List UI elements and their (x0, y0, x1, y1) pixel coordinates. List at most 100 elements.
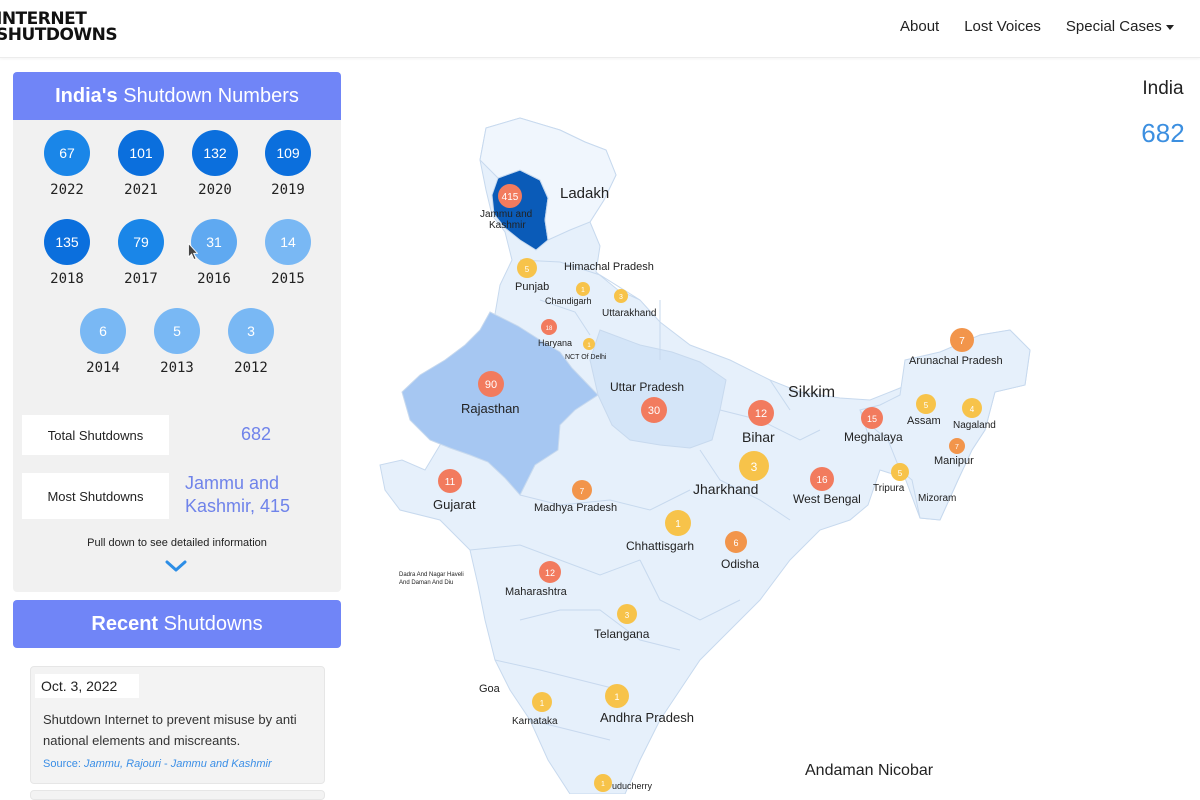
label-bihar: Bihar (742, 429, 775, 445)
year-item-2020[interactable]: 132 2020 (185, 130, 245, 198)
source-place-link[interactable]: Jammu, Rajouri (84, 758, 161, 770)
marker-jharkhand-count: 3 (751, 460, 758, 474)
marker-odisha[interactable]: 6 (725, 531, 747, 553)
marker-jk[interactable]: 415 (498, 184, 522, 208)
label-jk-1: Jammu and (480, 209, 532, 220)
most-shutdowns-value: Jammu and Kashmir, 415 (185, 472, 290, 518)
marker-meghalaya[interactable]: 15 (861, 407, 883, 429)
marker-up[interactable]: 30 (641, 397, 667, 423)
panel-title-bold: India's (55, 85, 118, 107)
shutdown-card[interactable]: Oct. 3, 2022 Shutdown Internet to preven… (30, 666, 325, 784)
source-sep: - (161, 758, 171, 770)
year-count-bubble: 5 (154, 308, 200, 354)
label-haryana: Haryana (538, 338, 572, 348)
marker-tamilnadu-count: 1 (601, 781, 605, 788)
marker-bihar-count: 12 (755, 408, 767, 420)
selected-country-total: 682 (1141, 118, 1185, 148)
label-westbengal: West Bengal (793, 492, 861, 506)
marker-telangana[interactable]: 3 (617, 604, 637, 624)
year-label: 2020 (198, 182, 232, 198)
year-item-2021[interactable]: 101 2021 (111, 130, 171, 198)
year-count-bubble: 135 (44, 219, 90, 265)
marker-rajasthan[interactable]: 90 (478, 371, 504, 397)
year-label: 2015 (271, 271, 305, 287)
marker-assam-count: 5 (924, 401, 929, 410)
marker-westbengal-count: 16 (816, 475, 828, 486)
shutdown-description: Shutdown Internet to prevent misuse by a… (43, 712, 297, 748)
nav-special-cases-label: Special Cases (1065, 18, 1162, 35)
year-label: 2017 (124, 271, 158, 287)
logo-line-2: SHUTDOWNS (0, 25, 118, 45)
mouse-cursor-icon (188, 243, 198, 260)
year-item-2019[interactable]: 109 2019 (258, 130, 318, 198)
label-delhi: NCT Of Delhi (565, 354, 607, 361)
marker-haryana[interactable]: 18 (541, 319, 557, 335)
label-chhattisgarh: Chhattisgarh (626, 539, 694, 553)
marker-telangana-count: 3 (625, 611, 630, 620)
year-label: 2022 (50, 182, 84, 198)
site-logo[interactable]: INTERNET SHUTDOWNS (0, 11, 118, 45)
shutdown-source: Source: Jammu, Rajouri - Jammu and Kashm… (43, 758, 272, 770)
marker-andhra[interactable]: 1 (605, 684, 629, 708)
most-shutdowns-value-line2: Kashmir, 415 (185, 496, 291, 516)
marker-up-count: 30 (648, 405, 660, 417)
label-puducherry: Puducherry (606, 781, 653, 791)
label-dadra-1: Dadra And Nagar Haveli (399, 572, 464, 578)
source-state-link[interactable]: Jammu and Kashmir (171, 758, 272, 770)
marker-tripura[interactable]: 5 (891, 463, 909, 481)
marker-manipur[interactable]: 7 (949, 438, 965, 454)
year-item-2015[interactable]: 14 2015 (258, 219, 318, 287)
recent-title-rest: Shutdowns (158, 613, 263, 635)
label-maharashtra: Maharashtra (505, 586, 568, 598)
marker-westbengal[interactable]: 16 (810, 467, 834, 491)
marker-mp-count: 7 (580, 487, 585, 496)
panel-title: India's Shutdown Numbers (13, 72, 341, 120)
label-goa: Goa (479, 683, 501, 695)
year-item-2022[interactable]: 67 2022 (37, 130, 97, 198)
year-count-bubble: 132 (192, 130, 238, 176)
marker-haryana-count: 18 (546, 326, 553, 332)
year-item-2017[interactable]: 79 2017 (111, 219, 171, 287)
marker-mp[interactable]: 7 (572, 480, 592, 500)
year-item-2014[interactable]: 6 2014 (73, 308, 133, 376)
year-item-2012[interactable]: 3 2012 (221, 308, 281, 376)
main-nav: About Lost Voices Special Cases I (900, 18, 1200, 35)
marker-karnataka[interactable]: 1 (532, 692, 552, 712)
year-item-2018[interactable]: 135 2018 (37, 219, 97, 287)
marker-tamilnadu[interactable]: 1 (594, 774, 612, 792)
year-count-bubble: 101 (118, 130, 164, 176)
marker-karnataka-count: 1 (540, 699, 545, 708)
marker-assam[interactable]: 5 (916, 394, 936, 414)
marker-chandigarh[interactable]: 1 (576, 282, 590, 296)
label-odisha: Odisha (721, 557, 759, 571)
marker-arunachal-count: 7 (959, 336, 965, 347)
shutdown-card-next[interactable] (30, 790, 325, 800)
marker-maharashtra[interactable]: 12 (539, 561, 561, 583)
marker-gujarat[interactable]: 11 (438, 469, 462, 493)
marker-tripura-count: 5 (898, 469, 903, 478)
most-shutdowns-label: Most Shutdowns (22, 473, 169, 519)
marker-nagaland[interactable]: 4 (962, 398, 982, 418)
nav-special-cases[interactable]: Special Cases (1066, 18, 1174, 35)
marker-chhattisgarh[interactable]: 1 (665, 510, 691, 536)
label-andhra: Andhra Pradesh (600, 710, 694, 725)
marker-arunachal[interactable]: 7 (950, 328, 974, 352)
top-navbar: INTERNET SHUTDOWNS About Lost Voices Spe… (0, 0, 1200, 58)
year-item-2013[interactable]: 5 2013 (147, 308, 207, 376)
year-label: 2016 (197, 271, 231, 287)
marker-bihar[interactable]: 12 (748, 400, 774, 426)
marker-jharkhand[interactable]: 3 (739, 451, 769, 481)
year-count-bubble: 109 (265, 130, 311, 176)
year-count-bubble: 6 (80, 308, 126, 354)
year-label: 2012 (234, 360, 268, 376)
marker-delhi[interactable]: 1 (583, 338, 595, 350)
label-karnataka: Karnataka (512, 716, 558, 727)
chevron-down-icon[interactable] (165, 559, 187, 573)
label-up: Uttar Pradesh (610, 380, 684, 394)
marker-uttarakhand[interactable]: 3 (614, 289, 628, 303)
marker-rajasthan-count: 90 (485, 379, 497, 391)
marker-maharashtra-count: 12 (545, 568, 555, 578)
nav-about[interactable]: About (900, 18, 939, 35)
marker-punjab[interactable]: 5 (517, 258, 537, 278)
nav-lost-voices[interactable]: Lost Voices (964, 18, 1041, 35)
